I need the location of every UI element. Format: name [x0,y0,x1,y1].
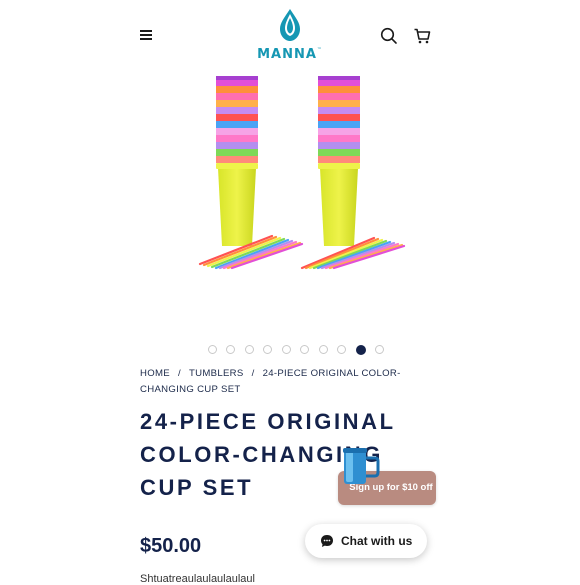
product-image [198,76,406,270]
site-header: MANNA™ [0,0,580,70]
gallery-dot[interactable] [226,345,236,355]
brand-name: MANNA™ [257,47,323,62]
breadcrumb: HOME / TUMBLERS/24-PIECE ORIGINAL COLOR-CH… [140,366,420,398]
gallery-dot[interactable] [375,345,385,355]
gallery-dot[interactable] [318,345,328,355]
chat-label: Chat with us [341,534,413,548]
gallery-dot[interactable] [337,345,347,355]
gallery-dot[interactable] [300,345,310,355]
water-drop-logo-icon [280,9,300,41]
gallery-dot[interactable] [263,345,273,355]
brand-logo[interactable]: MANNA™ [255,8,325,62]
breadcrumb-category-link[interactable]: TUMBLERS [189,368,244,379]
breadcrumb-home-link[interactable]: HOME [140,368,170,379]
gallery-dot-active[interactable] [355,344,366,355]
breadcrumb-separator: / [177,368,181,379]
gallery-pagination [208,341,389,355]
breadcrumb-separator: / [251,368,255,379]
gallery-dot[interactable] [244,345,254,355]
chat-widget-button[interactable]: Chat with us [305,524,427,558]
product-price: $50.00 [140,535,202,557]
cart-icon[interactable] [413,27,431,45]
chat-bubble-icon [321,535,333,547]
product-description-partial: Shtuatreaulaulaulaulaul [140,573,255,585]
tumbler-mug-icon[interactable] [340,446,382,486]
hamburger-icon[interactable] [140,30,152,40]
gallery-dot[interactable] [208,345,217,355]
search-icon[interactable] [380,27,398,45]
gallery-dot[interactable] [281,345,291,355]
